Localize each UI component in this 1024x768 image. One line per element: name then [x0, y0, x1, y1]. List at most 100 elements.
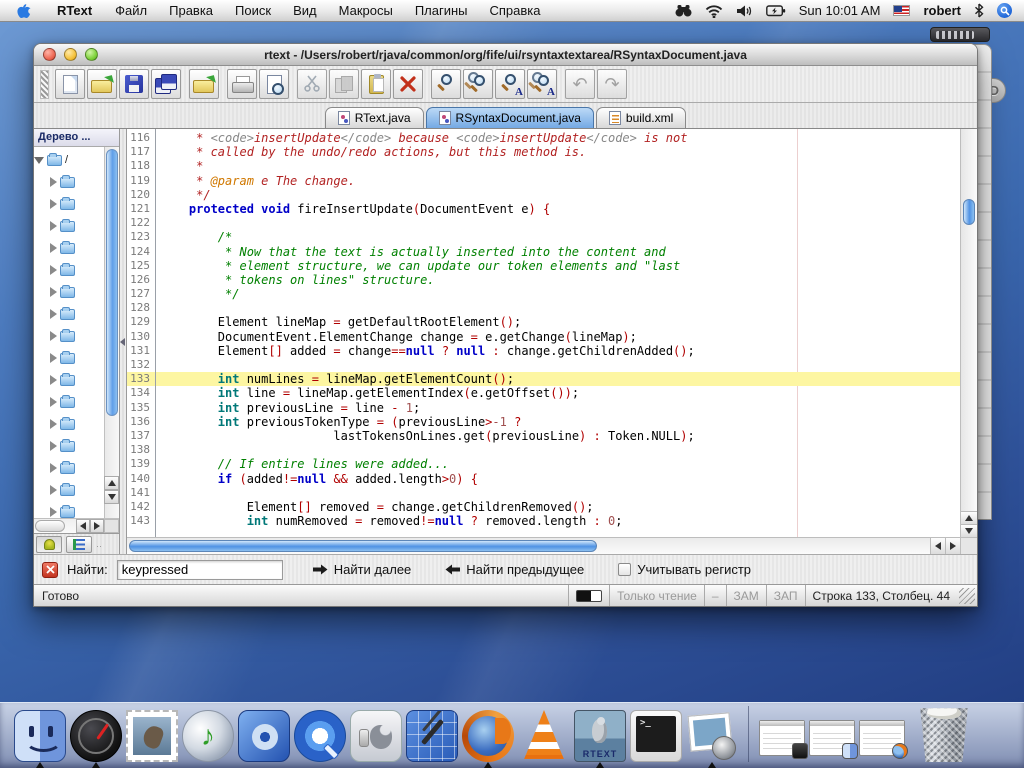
tree-vertical-scrollbar[interactable]: [104, 147, 119, 518]
code-line-123[interactable]: 123 /*: [127, 230, 960, 244]
match-case-option[interactable]: Учитывать регистр: [618, 562, 751, 577]
code-line-137[interactable]: 137 lastTokensOnLines.get(previousLine) …: [127, 429, 960, 443]
code-line-142[interactable]: 142 Element[] removed = change.getChildr…: [127, 500, 960, 514]
cut-button[interactable]: [297, 69, 327, 99]
editor-hscroll-thumb[interactable]: [129, 540, 597, 552]
dock-item-itunes[interactable]: [182, 710, 234, 762]
tree-item[interactable]: [34, 457, 104, 479]
tree-item[interactable]: [34, 281, 104, 303]
tab-rsyntaxdocument-java[interactable]: RSyntaxDocument.java: [426, 107, 594, 128]
save-all-button[interactable]: [151, 69, 181, 99]
new-file-button[interactable]: [55, 69, 85, 99]
code-line-124[interactable]: 124 * Now that the text is actually inse…: [127, 245, 960, 259]
search-input[interactable]: [117, 560, 283, 580]
collapsed-arrow-icon[interactable]: [50, 419, 57, 429]
close-search-bar-button[interactable]: [42, 562, 58, 578]
collapsed-arrow-icon[interactable]: [50, 287, 57, 297]
menu-правка[interactable]: Правка: [158, 3, 224, 18]
spotlight-icon[interactable]: [997, 3, 1012, 18]
editor-vertical-scrollbar[interactable]: [960, 129, 977, 537]
tree-hscroll-thumb[interactable]: [35, 520, 65, 532]
resize-grip[interactable]: [959, 588, 975, 604]
expanded-arrow-icon[interactable]: [34, 157, 44, 164]
code-line-135[interactable]: 135 int previousLine = line - 1;: [127, 401, 960, 415]
sidebar-header[interactable]: Дерево ...: [34, 129, 119, 147]
copy-button[interactable]: [329, 69, 359, 99]
replace-all-button[interactable]: A: [527, 69, 557, 99]
dock-item-terminal[interactable]: [630, 710, 682, 762]
collapsed-arrow-icon[interactable]: [50, 331, 57, 341]
volume-icon[interactable]: [736, 4, 753, 18]
tab-build-xml[interactable]: build.xml: [596, 107, 686, 128]
xcode-dock-icon[interactable]: [406, 710, 458, 762]
minimized-window-terminal[interactable]: [759, 720, 805, 756]
tree-item[interactable]: [34, 347, 104, 369]
dock-item-vlc[interactable]: [518, 710, 570, 762]
firefox-dock-icon[interactable]: [462, 710, 514, 762]
code-line-133[interactable]: 133 int numLines = lineMap.getElementCou…: [127, 372, 960, 386]
code-line-134[interactable]: 134 int line = lineMap.getElementIndex(e…: [127, 386, 960, 400]
collapsed-arrow-icon[interactable]: [50, 243, 57, 253]
menu-плагины[interactable]: Плагины: [404, 3, 479, 18]
tree-item[interactable]: [34, 237, 104, 259]
code-line-139[interactable]: 139 // If entire lines were added...: [127, 457, 960, 471]
tree-item[interactable]: [34, 303, 104, 325]
code-line-120[interactable]: 120 */: [127, 188, 960, 202]
redo-button[interactable]: ↷: [597, 69, 627, 99]
code-line-116[interactable]: 116 * <code>insertUpdate</code> because …: [127, 131, 960, 145]
quicktime-dock-icon[interactable]: [294, 710, 346, 762]
code-line-131[interactable]: 131 Element[] added = change==null ? nul…: [127, 344, 960, 358]
code-editor[interactable]: 116 * <code>insertUpdate</code> because …: [127, 129, 977, 554]
tree-scroll-right-button[interactable]: [90, 519, 104, 533]
dashboard-dock-icon[interactable]: [70, 710, 122, 762]
undo-button[interactable]: ↶: [565, 69, 595, 99]
editor-horizontal-scrollbar[interactable]: [127, 537, 960, 554]
tree-item[interactable]: [34, 501, 104, 518]
tree-scroll-up-button[interactable]: [104, 476, 119, 490]
apple-menu-icon[interactable]: [0, 3, 45, 19]
tree-item[interactable]: [34, 413, 104, 435]
tree-item[interactable]: [34, 369, 104, 391]
fast-user-switching-menu[interactable]: robert: [923, 3, 961, 18]
code-line-140[interactable]: 140 if (added!=null && added.length>0) {: [127, 472, 960, 486]
tree-scroll-left-button[interactable]: [76, 519, 90, 533]
find-next-button[interactable]: [463, 69, 493, 99]
code-line-141[interactable]: 141: [127, 486, 960, 500]
menu-clock[interactable]: Sun 10:01 AM: [799, 3, 881, 18]
menu-файл[interactable]: Файл: [104, 3, 158, 18]
idvd-dock-icon[interactable]: [238, 710, 290, 762]
tree-item[interactable]: [34, 479, 104, 501]
code-line-130[interactable]: 130 DocumentEvent.ElementChange change =…: [127, 330, 960, 344]
dock-item-firefox[interactable]: [462, 710, 514, 762]
code-line-143[interactable]: 143 int numRemoved = removed!=null ? rem…: [127, 514, 960, 528]
menu-поиск[interactable]: Поиск: [224, 3, 282, 18]
code-line-125[interactable]: 125 * element structure, we can update o…: [127, 259, 960, 273]
expose-binoculars-icon[interactable]: [675, 3, 692, 18]
tree-vscroll-thumb[interactable]: [106, 149, 118, 416]
collapsed-arrow-icon[interactable]: [50, 507, 57, 517]
title-bar[interactable]: rtext - /Users/robert/rjava/common/org/f…: [34, 44, 977, 66]
input-language-us-flag-icon[interactable]: [893, 5, 910, 16]
open-new-button[interactable]: [189, 69, 219, 99]
code-line-119[interactable]: 119 * @param e The change.: [127, 174, 960, 188]
tree-item[interactable]: [34, 435, 104, 457]
collapsed-arrow-icon[interactable]: [50, 265, 57, 275]
paste-button[interactable]: [361, 69, 391, 99]
tree-item[interactable]: [34, 325, 104, 347]
tree-item-root[interactable]: /: [34, 149, 104, 171]
match-case-checkbox[interactable]: [618, 563, 631, 576]
replace-button[interactable]: A: [495, 69, 525, 99]
bluetooth-icon[interactable]: [974, 3, 984, 18]
collapsed-arrow-icon[interactable]: [50, 463, 57, 473]
dock-item-xcode[interactable]: [406, 710, 458, 762]
system-preferences-dock-icon[interactable]: [350, 710, 402, 762]
code-line-122[interactable]: 122: [127, 216, 960, 230]
dock-item-idvd[interactable]: [238, 710, 290, 762]
collapsed-arrow-icon[interactable]: [50, 177, 57, 187]
rtext-dock-icon[interactable]: RTEXT: [574, 710, 626, 762]
tree-item[interactable]: [34, 391, 104, 413]
collapsed-arrow-icon[interactable]: [50, 353, 57, 363]
code-line-118[interactable]: 118 *: [127, 159, 960, 173]
print-button[interactable]: [227, 69, 257, 99]
collapsed-arrow-icon[interactable]: [50, 199, 57, 209]
